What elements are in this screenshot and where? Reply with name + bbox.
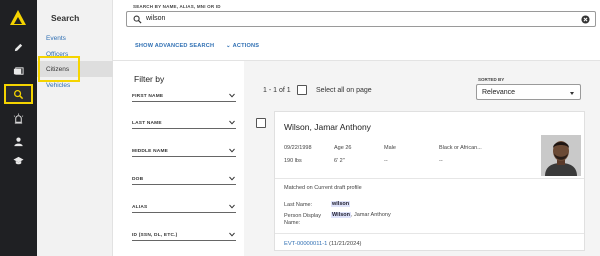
match-highlight: wilson: [331, 201, 351, 207]
chevron-down-icon: [229, 204, 235, 209]
nav-title: Search: [51, 13, 80, 23]
search-icon: [133, 15, 142, 24]
select-all-label: Select all on page: [316, 87, 372, 94]
matched-text: Matched on Current draft profile: [284, 185, 362, 191]
person-name[interactable]: Wilson, Jamar Anthony: [284, 122, 371, 132]
actions-label: ACTIONS: [232, 43, 260, 49]
sort-select[interactable]: Relevance: [476, 84, 581, 100]
graduation-cap-icon[interactable]: [4, 150, 33, 170]
chevron-down-icon: [229, 93, 235, 98]
sort-value: Relevance: [482, 89, 516, 96]
icon-rail: [0, 0, 37, 256]
filter-label: LAST NAME: [132, 121, 162, 126]
filter-label: DOB: [132, 177, 144, 182]
actions-menu[interactable]: ⌄ ACTIONS: [226, 43, 259, 49]
display-name-label-1: Person Display: [284, 213, 321, 219]
select-all-checkbox[interactable]: [297, 85, 307, 95]
height-value: 6' 2": [334, 158, 345, 164]
display-name-rest: , Jamar Anthony: [350, 212, 391, 218]
pencil-icon[interactable]: [4, 37, 33, 57]
filter-first-name[interactable]: FIRST NAME: [132, 88, 236, 102]
citizens-highlight-box: [38, 56, 80, 82]
filter-label: ID (SSN, DL, ETC.): [132, 233, 178, 238]
last-name-label: Last Name:: [284, 202, 313, 208]
folder-icon[interactable]: [4, 61, 33, 81]
filter-panel: Filter by FIRST NAME LAST NAME MIDDLE NA…: [113, 61, 243, 256]
mugshot-photo: [541, 135, 581, 176]
search-value: wilson: [146, 15, 166, 22]
nav-link-events[interactable]: Events: [46, 35, 66, 42]
sorted-by-label: SORTED BY: [478, 77, 505, 82]
weight-value: 190 lbs: [284, 158, 302, 164]
chevron-down-icon: [229, 148, 235, 153]
search-input[interactable]: wilson: [126, 11, 596, 27]
filter-middle-name[interactable]: MIDDLE NAME: [132, 143, 236, 157]
last-name-match: wilson: [331, 201, 351, 207]
event-date: (11/21/2024): [329, 241, 362, 247]
person-icon[interactable]: [4, 131, 33, 151]
results-count: 1 - 1 of 1: [263, 87, 291, 94]
alarm-light-icon[interactable]: [4, 108, 33, 128]
chevron-down-icon: [229, 232, 235, 237]
filter-title: Filter by: [134, 74, 165, 84]
age-value: Age 26: [334, 145, 352, 151]
dob-value: 09/22/1998: [284, 145, 312, 151]
caret-down-icon: [570, 92, 574, 95]
card-divider: [275, 233, 584, 234]
filter-label: FIRST NAME: [132, 94, 164, 99]
sex-value: Male: [384, 145, 396, 151]
filter-label: ALIAS: [132, 205, 148, 210]
search-label: SEARCH BY NAME, ALIAS, MNI OR ID: [133, 4, 221, 9]
result-checkbox[interactable]: [256, 118, 266, 128]
race-value: Black or African...: [439, 145, 482, 151]
empty-value: --: [439, 158, 443, 164]
filter-label: MIDDLE NAME: [132, 149, 169, 154]
filter-dob[interactable]: DOB: [132, 171, 236, 185]
search-nav-panel: Search Events Officers Citizens Vehicles: [37, 0, 113, 256]
event-reference: EVT-00000011-1 (11/21/2024): [284, 241, 361, 247]
filter-alias[interactable]: ALIAS: [132, 199, 236, 213]
app-logo-icon[interactable]: [9, 9, 27, 27]
event-link[interactable]: EVT-00000011-1: [284, 241, 327, 247]
result-card[interactable]: Wilson, Jamar Anthony 09/22/1998 Age 26 …: [274, 111, 585, 251]
chevron-down-icon: [229, 120, 235, 125]
card-divider: [275, 178, 584, 179]
chevron-down-icon: [229, 176, 235, 181]
filter-last-name[interactable]: LAST NAME: [132, 115, 236, 129]
match-highlight: Wilson: [331, 212, 351, 218]
advanced-search-button[interactable]: SHOW ADVANCED SEARCH: [135, 43, 214, 49]
display-name-label-2: Name:: [284, 220, 301, 226]
empty-value: --: [384, 158, 388, 164]
search-nav-icon[interactable]: [4, 84, 33, 104]
display-name-match: Wilson, Jamar Anthony: [331, 212, 391, 218]
chevron-down-icon: ⌄: [226, 43, 233, 49]
nav-link-vehicles[interactable]: Vehicles: [46, 82, 70, 89]
clear-icon[interactable]: [581, 15, 590, 24]
filter-id[interactable]: ID (SSN, DL, ETC.): [132, 227, 236, 241]
